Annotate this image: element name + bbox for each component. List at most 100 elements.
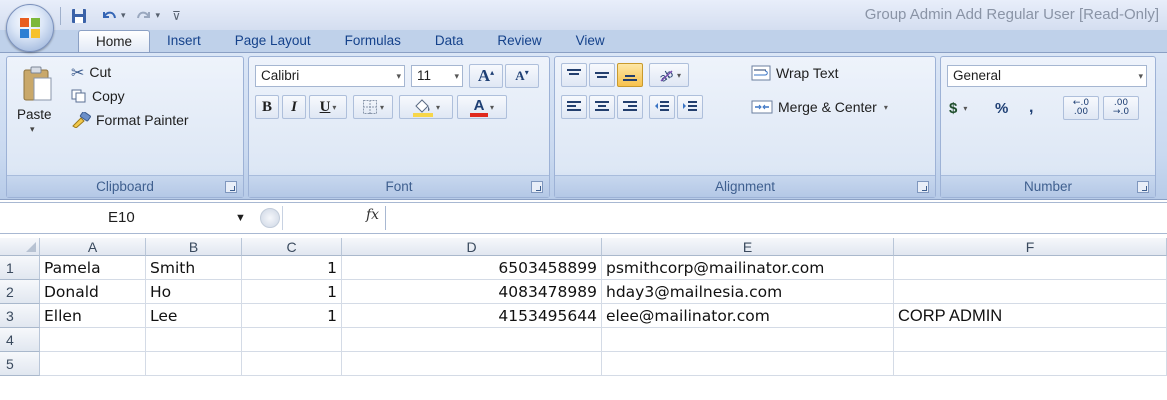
cell-b3[interactable]: Lee [146,304,242,328]
tab-review[interactable]: Review [480,30,558,52]
column-header-d[interactable]: D [342,238,602,256]
decrease-decimal-button[interactable]: .00 →.0 [1103,96,1139,120]
undo-button[interactable] [97,5,121,27]
number-launcher-icon[interactable] [1137,181,1149,193]
cell-d4[interactable] [342,328,602,352]
cell-e2[interactable]: hday3@mailnesia.com [602,280,894,304]
comma-style-button[interactable]: , [1029,97,1033,119]
column-header-b[interactable]: B [146,238,242,256]
tab-page-layout[interactable]: Page Layout [218,30,328,52]
align-left-button[interactable] [561,95,587,119]
borders-dropdown-icon[interactable]: ▾ [380,103,384,112]
decrease-indent-button[interactable] [649,95,675,119]
cell-b1[interactable]: Smith [146,256,242,280]
cell-f2[interactable] [894,280,1167,304]
row-header-4[interactable]: 4 [0,328,40,352]
cell-e5[interactable] [602,352,894,376]
alignment-launcher-icon[interactable] [917,181,929,193]
office-button[interactable] [6,4,54,52]
cut-button[interactable]: ✂ Cut [71,61,111,83]
cell-b2[interactable]: Ho [146,280,242,304]
cell-a4[interactable] [40,328,146,352]
merge-center-dropdown-icon[interactable]: ▾ [884,103,888,112]
cell-a3[interactable]: Ellen [40,304,146,328]
underline-dropdown-icon[interactable]: ▾ [332,103,336,112]
insert-function-button[interactable]: fx [366,207,379,223]
formula-input[interactable] [385,206,1166,230]
align-center-button[interactable] [589,95,615,119]
copy-button[interactable]: Copy [71,85,125,107]
align-top-button[interactable] [561,63,587,87]
cell-d3[interactable]: 4153495644 [342,304,602,328]
cell-e4[interactable] [602,328,894,352]
column-header-c[interactable]: C [242,238,342,256]
cell-c2[interactable]: 1 [242,280,342,304]
increase-indent-button[interactable] [677,95,703,119]
wrap-text-button[interactable]: Wrap Text [751,61,839,85]
cell-b5[interactable] [146,352,242,376]
merge-center-button[interactable]: Merge & Center ▾ [751,95,888,119]
clipboard-launcher-icon[interactable] [225,181,237,193]
cell-c1[interactable]: 1 [242,256,342,280]
shrink-font-button[interactable]: A ▾ [505,64,539,88]
row-header-1[interactable]: 1 [0,256,40,280]
tab-home[interactable]: Home [78,30,151,52]
worksheet-grid[interactable]: A B C D E F 1 Pamela Smith 1 6503458899 psmithcorp@… [0,238,1167,400]
cell-e3[interactable]: elee@mailinator.com [602,304,894,328]
format-painter-button[interactable]: Format Painter [71,109,189,131]
bold-button[interactable]: B [255,95,279,119]
cell-d1[interactable]: 6503458899 [342,256,602,280]
align-middle-button[interactable] [589,63,615,87]
increase-decimal-button[interactable]: ←.0 .00 [1063,96,1099,120]
cell-e1[interactable]: psmithcorp@mailinator.com [602,256,894,280]
redo-dropdown-icon[interactable]: ▾ [156,11,161,21]
name-box-dropdown-icon[interactable]: ▼ [235,206,246,230]
orientation-dropdown-icon[interactable]: ▾ [677,71,681,80]
font-color-button[interactable]: A ▾ [457,95,507,119]
font-launcher-icon[interactable] [531,181,543,193]
orientation-button[interactable]: ab ▾ [649,63,689,87]
cell-a2[interactable]: Donald [40,280,146,304]
customize-qat-icon[interactable]: ⊽ [172,9,181,23]
cell-f4[interactable] [894,328,1167,352]
name-box[interactable]: E10 ▼ [4,206,254,230]
row-header-5[interactable]: 5 [0,352,40,376]
number-format-combo[interactable]: General ▾ [947,65,1147,87]
align-bottom-button[interactable] [617,63,643,87]
number-format-dropdown-icon[interactable]: ▾ [1138,66,1143,86]
font-size-dropdown-icon[interactable]: ▾ [454,66,459,86]
select-all-corner[interactable] [0,238,40,256]
paste-button[interactable]: Paste ▾ [13,61,61,157]
percent-button[interactable]: % [995,97,1008,119]
fill-color-dropdown-icon[interactable]: ▾ [436,103,440,112]
align-right-button[interactable] [617,95,643,119]
paste-dropdown-icon[interactable]: ▾ [30,125,35,135]
tab-insert[interactable]: Insert [150,30,218,52]
borders-button[interactable]: ▾ [353,95,393,119]
redo-button[interactable] [132,5,156,27]
cell-f1[interactable] [894,256,1167,280]
grow-font-button[interactable]: A ▴ [469,64,503,88]
fill-color-button[interactable]: ▾ [399,95,453,119]
cell-f3[interactable]: CORP ADMIN [894,304,1167,328]
font-color-dropdown-icon[interactable]: ▾ [490,103,494,112]
font-size-combo[interactable]: 11 ▾ [411,65,463,87]
tab-view[interactable]: View [559,30,622,52]
italic-button[interactable]: I [282,95,306,119]
cell-a5[interactable] [40,352,146,376]
font-name-dropdown-icon[interactable]: ▾ [396,66,401,86]
column-header-f[interactable]: F [894,238,1167,256]
undo-dropdown-icon[interactable]: ▾ [121,11,126,21]
row-header-2[interactable]: 2 [0,280,40,304]
cell-d2[interactable]: 4083478989 [342,280,602,304]
cell-c3[interactable]: 1 [242,304,342,328]
currency-button[interactable]: $ ▾ [949,97,967,119]
column-header-e[interactable]: E [602,238,894,256]
row-header-3[interactable]: 3 [0,304,40,328]
cell-c4[interactable] [242,328,342,352]
save-button[interactable] [67,5,91,27]
cell-b4[interactable] [146,328,242,352]
tab-data[interactable]: Data [418,30,481,52]
column-header-a[interactable]: A [40,238,146,256]
tab-formulas[interactable]: Formulas [328,30,418,52]
